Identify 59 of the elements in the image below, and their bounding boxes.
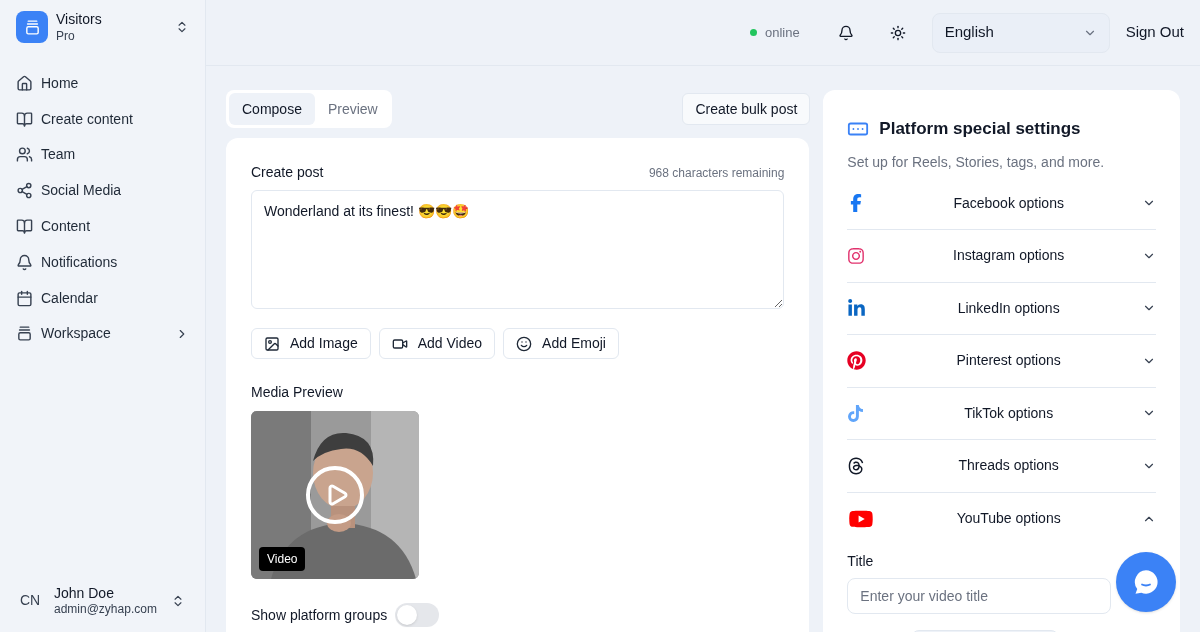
nav-item[interactable]: Content xyxy=(8,208,197,245)
field-label: Create post xyxy=(251,163,324,182)
video-thumbnail[interactable]: Video xyxy=(251,411,419,579)
chat-icon xyxy=(1132,568,1161,596)
chat-button[interactable] xyxy=(1116,552,1177,612)
avatar: CN xyxy=(20,591,42,611)
stack-icon xyxy=(16,325,33,343)
platform-groups-switch[interactable] xyxy=(395,603,440,627)
media-button[interactable]: Add Emoji xyxy=(503,328,619,359)
nav-item[interactable]: Workspace xyxy=(8,316,197,352)
character-count: 968 characters remaining xyxy=(648,164,785,182)
video-title-field[interactable]: Enter your video title xyxy=(847,578,1112,614)
smiley-icon xyxy=(516,335,533,352)
book-icon xyxy=(16,110,33,128)
media-button[interactable]: Add Video xyxy=(378,328,496,359)
workspace-switcher[interactable]: Visitors Pro xyxy=(8,9,197,46)
media-type-badge: Video xyxy=(259,547,306,571)
platform-accordion[interactable]: Threads options xyxy=(847,440,1156,493)
platform-accordion[interactable]: Pinterest options xyxy=(847,335,1156,388)
bell-icon xyxy=(837,24,854,41)
tab[interactable]: Preview xyxy=(316,93,389,125)
tiktok-icon xyxy=(847,404,865,422)
platform-accordion[interactable]: LinkedIn options xyxy=(847,282,1156,335)
nav-item[interactable]: Notifications xyxy=(8,244,197,281)
book-icon xyxy=(16,218,33,236)
nav-item[interactable]: Home xyxy=(8,65,197,102)
sign-out-button[interactable]: Sign Out xyxy=(1125,21,1184,44)
platform-accordion[interactable]: Instagram options xyxy=(847,230,1156,283)
status-text: online xyxy=(764,23,800,42)
users-icon xyxy=(16,146,33,164)
stack-icon xyxy=(23,18,41,36)
share-icon xyxy=(16,182,33,200)
instagram-icon xyxy=(847,246,866,265)
play-button[interactable] xyxy=(306,466,364,524)
create-bulk-post-button[interactable]: Create bulk post xyxy=(682,93,811,125)
threads-icon xyxy=(847,456,866,475)
image-icon xyxy=(264,335,280,352)
section-label: Media Preview xyxy=(251,383,344,402)
linkedin-icon xyxy=(847,298,867,318)
card-title: Platform special settings xyxy=(879,118,1081,140)
media-button[interactable]: Add Image xyxy=(251,328,371,359)
toggle-label: Show platform groups xyxy=(251,605,388,625)
sun-icon xyxy=(889,24,906,41)
post-text-field[interactable]: Wonderland at its finest! 😎😎🤩 xyxy=(251,190,785,309)
nav-item[interactable]: Social Media xyxy=(8,172,197,209)
nav-item[interactable]: Calendar xyxy=(8,280,197,317)
nav-item[interactable]: Team xyxy=(8,137,197,173)
nav-item[interactable]: Create content xyxy=(8,101,197,138)
pinterest-icon xyxy=(847,351,867,371)
tab[interactable]: Compose xyxy=(229,93,315,125)
home-icon xyxy=(16,74,33,92)
language-select[interactable]: English xyxy=(931,12,1110,53)
field-label: Title xyxy=(847,552,875,571)
calendar-icon xyxy=(16,289,33,307)
platform-accordion[interactable]: YouTube options xyxy=(847,492,1156,545)
card-subtitle: Set up for Reels, Stories, tags, and more. xyxy=(847,152,1106,172)
platform-accordion[interactable]: TikTok options xyxy=(847,387,1156,440)
platform-accordion[interactable]: Facebook options xyxy=(847,177,1156,230)
bell-icon xyxy=(16,253,33,271)
